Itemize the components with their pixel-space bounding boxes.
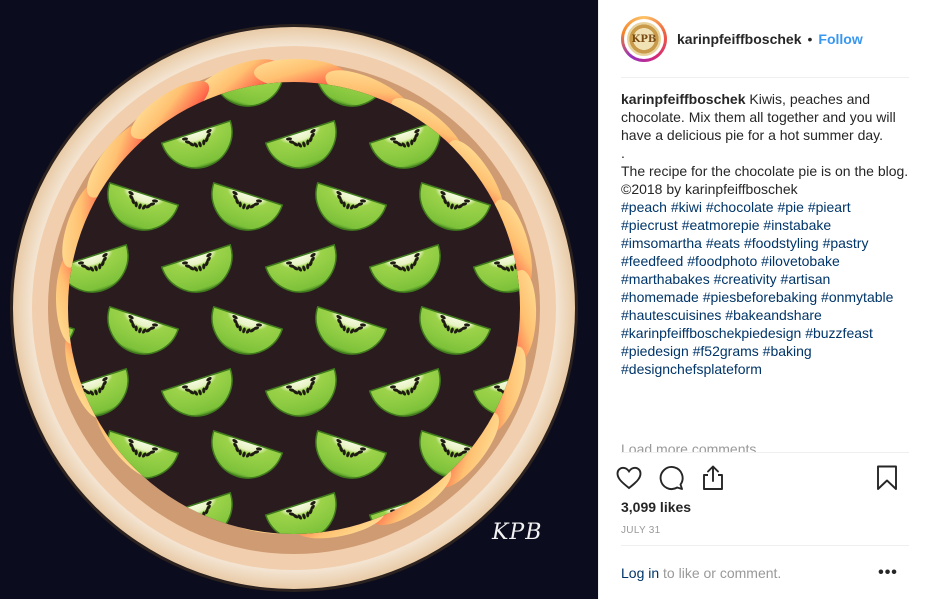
hashtag-link[interactable]: #instabake [763,217,831,233]
comment-button[interactable] [655,462,687,494]
hashtag-link[interactable]: #hautescuisines [621,307,721,323]
likes-count[interactable]: 3,099 likes [621,499,691,515]
hashtag-link[interactable]: #marthabakes [621,271,710,287]
action-bar [613,462,913,494]
kiwi-slice [68,82,76,107]
login-prompt: Log in to like or comment. [621,565,781,581]
avatar[interactable]: KPB [621,16,667,62]
hashtag-link[interactable]: #piecrust [621,217,678,233]
hashtag-link[interactable]: #imsomartha [621,235,702,251]
hashtag-link[interactable]: #pastry [823,235,869,251]
post-photo[interactable]: KPB [0,0,598,599]
hashtag-link[interactable]: #feedfeed [621,253,683,269]
hashtag-link[interactable]: #foodstyling [744,235,819,251]
load-more-comments[interactable]: Load more comments [621,440,756,452]
hashtag-link[interactable]: #ilovetobake [761,253,840,269]
hashtag-link[interactable]: #karinpfeiffboschekpiedesign [621,325,801,341]
comment-icon [659,466,684,490]
hashtag-link[interactable]: #pieart [808,199,851,215]
hashtag-link[interactable]: #buzzfeast [805,325,873,341]
header-divider [621,77,909,78]
caption-recipe: The recipe for the chocolate pie is on t… [621,163,909,179]
caption-dot: . [621,145,625,161]
photo-watermark: KPB [492,520,543,545]
hashtag-link[interactable]: #chocolate [706,199,774,215]
caption-hashtags: #peach #kiwi #chocolate #pie #pieart #pi… [621,198,911,378]
footer-divider [621,545,909,546]
share-icon [703,465,723,490]
hashtag-link[interactable]: #kiwi [671,199,702,215]
login-link[interactable]: Log in [621,565,659,581]
avatar-logo: KPB [627,22,661,56]
caption-author[interactable]: karinpfeiffboschek [621,91,745,107]
caption: karinpfeiffboschek Kiwis, peaches and ch… [621,90,911,452]
comments-divider [621,452,909,453]
hashtag-link[interactable]: #eats [706,235,740,251]
post-side-panel: KPB karinpfeiffboschek • Follow karinpfe… [598,0,933,599]
like-button[interactable] [613,462,645,494]
hashtag-link[interactable]: #piesbeforebaking [703,289,817,305]
heart-icon [616,466,642,490]
bookmark-icon [877,465,897,490]
follow-button[interactable]: Follow [818,31,862,47]
pie-image [10,24,595,592]
hashtag-link[interactable]: #creativity [714,271,777,287]
hashtag-link[interactable]: #eatmorepie [682,217,760,233]
share-button[interactable] [697,462,729,494]
hashtag-link[interactable]: #pie [777,199,803,215]
hashtag-link[interactable]: #designchefsplateform [621,361,762,377]
hashtag-link[interactable]: #bakeandshare [725,307,822,323]
more-options-button[interactable]: ••• [876,563,900,583]
caption-copyright: ©2018 by karinpfeiffboschek [621,181,798,197]
save-button[interactable] [871,462,903,494]
username-link[interactable]: karinpfeiffboschek [677,31,801,47]
hashtag-link[interactable]: #homemade [621,289,699,305]
kiwi-slice [515,59,595,115]
header-separator: • [807,31,813,47]
hashtag-link[interactable]: #peach [621,199,667,215]
post-header: KPB karinpfeiffboschek • Follow [599,0,933,78]
hashtag-link[interactable]: #f52grams [693,343,759,359]
hashtag-link[interactable]: #piedesign [621,343,689,359]
post-date[interactable]: JULY 31 [621,525,661,536]
hashtag-link[interactable]: #onmytable [821,289,893,305]
hashtag-link[interactable]: #foodphoto [687,253,757,269]
login-prompt-text: to like or comment. [659,565,782,581]
hashtag-link[interactable]: #artisan [781,271,831,287]
hashtag-link[interactable]: #baking [763,343,812,359]
